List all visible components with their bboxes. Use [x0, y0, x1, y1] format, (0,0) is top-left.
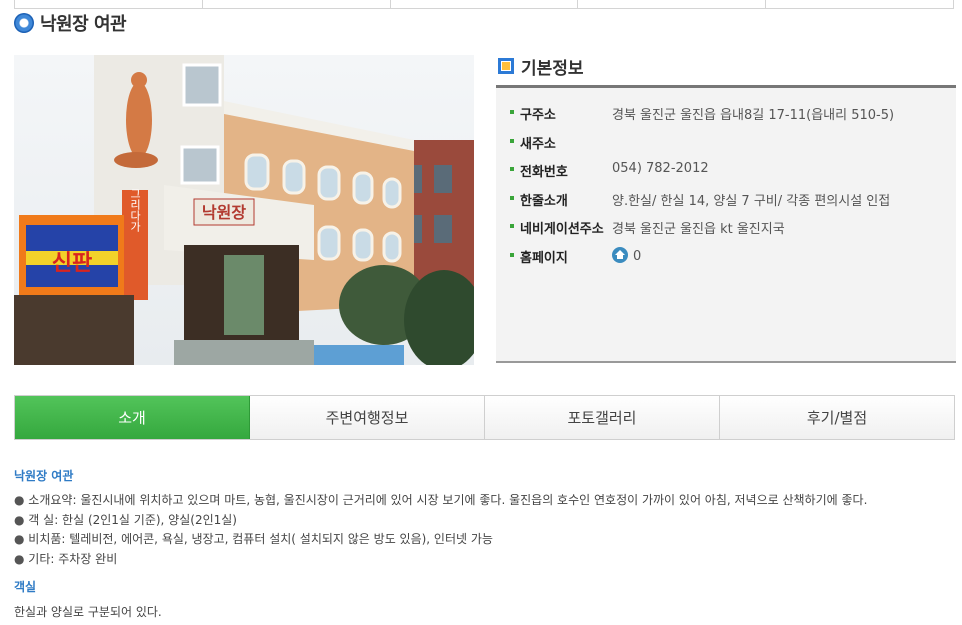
homepage-value[interactable]: 0 [633, 249, 641, 264]
info-heading-title: 기본정보 [521, 58, 584, 79]
title-row: 낙원장 여관 [14, 11, 127, 35]
building-sign-text: 낙원장 [202, 203, 246, 222]
page-title: 낙원장 여관 [40, 14, 127, 35]
info-row-navigation-address: 네비게이션주소 경북 울진군 울진읍 kt 울진지국 [496, 218, 956, 247]
inn-photo-illustration: 낙원장 그리다가 신판 [14, 55, 474, 365]
circle-bullet-icon [14, 13, 34, 33]
inn-photo: 낙원장 그리다가 신판 [14, 55, 474, 365]
home-icon[interactable] [612, 246, 628, 263]
info-value: 경북 울진군 울진읍 kt 울진지국 [612, 222, 785, 237]
info-heading: 기본정보 [498, 53, 584, 79]
homepage-link[interactable]: 0 [612, 246, 641, 264]
top-tab-stub[interactable] [14, 0, 203, 8]
info-key: 전화번호 [520, 165, 568, 180]
info-value: 양.한실/ 한실 14, 양실 7 구비/ 각종 편의시설 인접 [612, 193, 891, 209]
info-row-new-address: 새주소 [496, 133, 956, 162]
top-tab-stub[interactable] [578, 0, 767, 8]
tab-reviews[interactable]: 후기/별점 [720, 396, 954, 439]
intro-section-title: 낙원장 여관 [14, 469, 74, 483]
list-item: 비치품: 텔레비전, 에어콘, 욕실, 냉장고, 컴퓨터 설치( 설치되지 않은… [14, 530, 867, 550]
info-value: 경북 울진군 울진읍 읍내8길 17-11(읍내리 510-5) [612, 108, 895, 123]
content-tabs: 소개 주변여행정보 포토갤러리 후기/별점 [14, 395, 955, 440]
info-key: 네비게이션주소 [520, 222, 604, 237]
info-value: 054) 782-2012 [612, 161, 709, 176]
vertical-sign-text: 그리다가 [129, 188, 142, 232]
info-row-summary: 한줄소개 양.한실/ 한실 14, 양실 7 구비/ 각종 편의시설 인접 [496, 190, 956, 219]
top-tab-stub[interactable] [391, 0, 579, 8]
top-tab-strip [14, 0, 954, 9]
square-bullet-icon [498, 58, 514, 74]
info-key: 구주소 [520, 108, 556, 123]
top-tab-stub[interactable] [203, 0, 391, 8]
info-key: 홈페이지 [520, 250, 568, 266]
info-row-phone: 전화번호 054) 782-2012 [496, 161, 956, 190]
rooms-description: 한실과 양실로 구분되어 있다. [14, 605, 162, 619]
list-item: 객 실: 한실 (2인1실 기준), 양실(2인1실) [14, 511, 867, 531]
info-key: 새주소 [520, 136, 556, 152]
info-row-old-address: 구주소 경북 울진군 울진읍 읍내8길 17-11(읍내리 510-5) [496, 104, 956, 133]
info-key: 한줄소개 [520, 193, 568, 209]
left-sign-text: 신판 [52, 251, 92, 276]
list-item: 소개요약: 울진시내에 위치하고 있으며 마트, 농협, 울진시장이 근거리에 … [14, 491, 867, 511]
rooms-section-title: 객실 [14, 580, 37, 594]
list-item: 기타: 주차장 완비 [14, 550, 867, 570]
basic-info-panel: 구주소 경북 울진군 울진읍 읍내8길 17-11(읍내리 510-5) 새주소… [496, 85, 956, 363]
intro-bullet-list: 소개요약: 울진시내에 위치하고 있으며 마트, 농협, 울진시장이 근거리에 … [14, 491, 867, 570]
tab-photo-gallery[interactable]: 포토갤러리 [485, 396, 720, 439]
tab-intro[interactable]: 소개 [15, 396, 250, 439]
top-tab-stub[interactable] [766, 0, 954, 8]
info-row-homepage: 홈페이지 0 [496, 246, 956, 276]
tab-nearby-travel[interactable]: 주변여행정보 [250, 396, 485, 439]
